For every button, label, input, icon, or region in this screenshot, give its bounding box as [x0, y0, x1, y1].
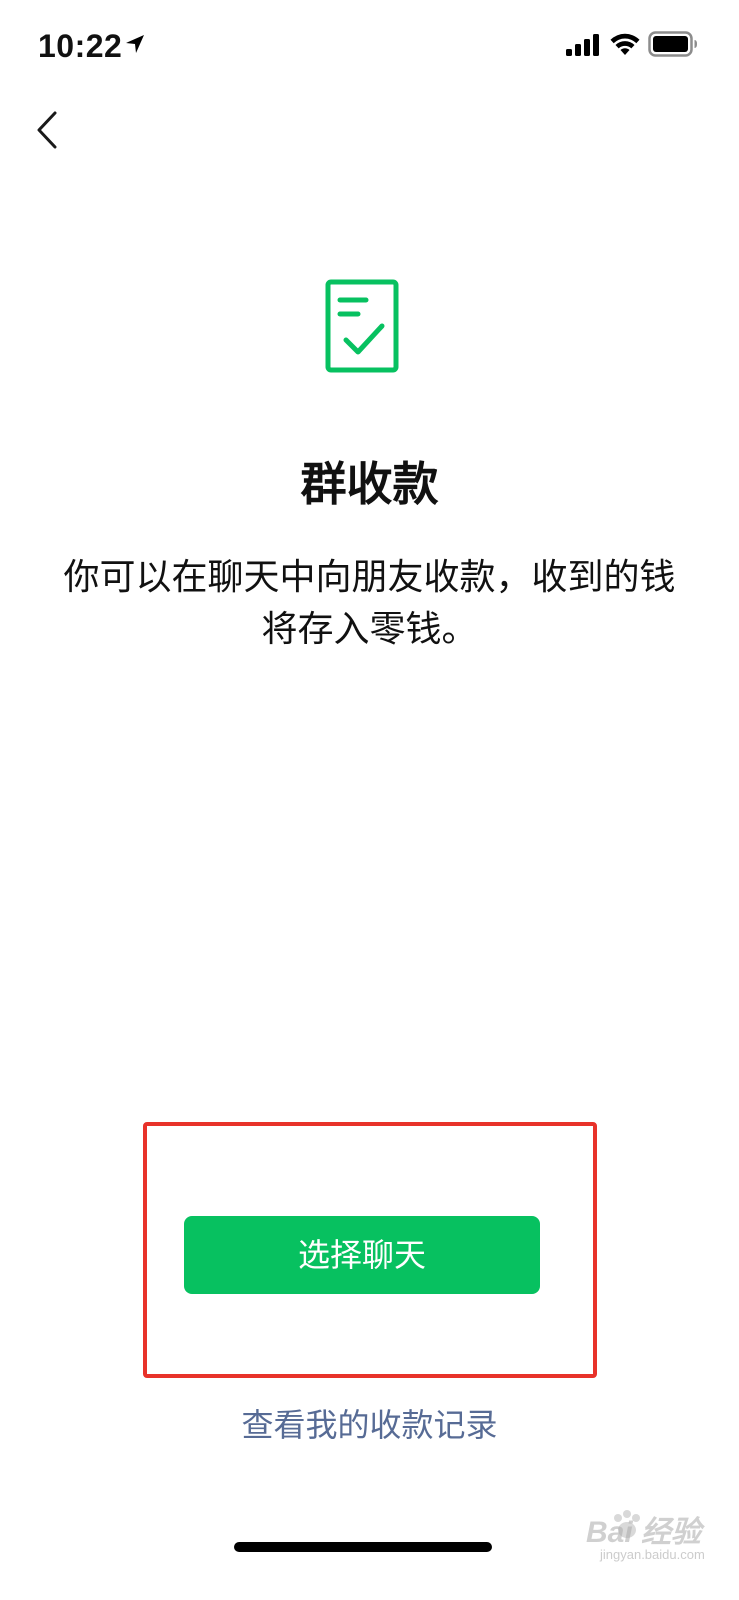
location-arrow-icon — [126, 35, 144, 53]
baidu-jingyan-watermark: Bai 经验 jingyan.baidu.com — [556, 1508, 726, 1564]
select-chat-button[interactable]: 选择聊天 — [184, 1216, 540, 1294]
checklist-document-icon — [325, 279, 399, 373]
back-button[interactable] — [22, 100, 72, 160]
status-time: 10:22 — [38, 28, 123, 64]
battery-icon — [648, 31, 697, 57]
watermark-text: Bai 经验 — [586, 1516, 702, 1549]
home-indicator[interactable] — [234, 1542, 492, 1552]
chevron-left-icon — [37, 111, 57, 149]
status-bar: 10:22 — [0, 0, 739, 90]
watermark-url: jingyan.baidu.com — [600, 1547, 705, 1562]
wifi-icon — [610, 33, 640, 55]
cellular-signal-icon — [566, 34, 599, 56]
page-title: 群收款 — [300, 457, 439, 511]
page-description: 你可以在聊天中向朋友收款，收到的钱将存入零钱。 — [63, 557, 676, 650]
view-payment-records-link[interactable]: 查看我的收款记录 — [0, 1398, 739, 1452]
